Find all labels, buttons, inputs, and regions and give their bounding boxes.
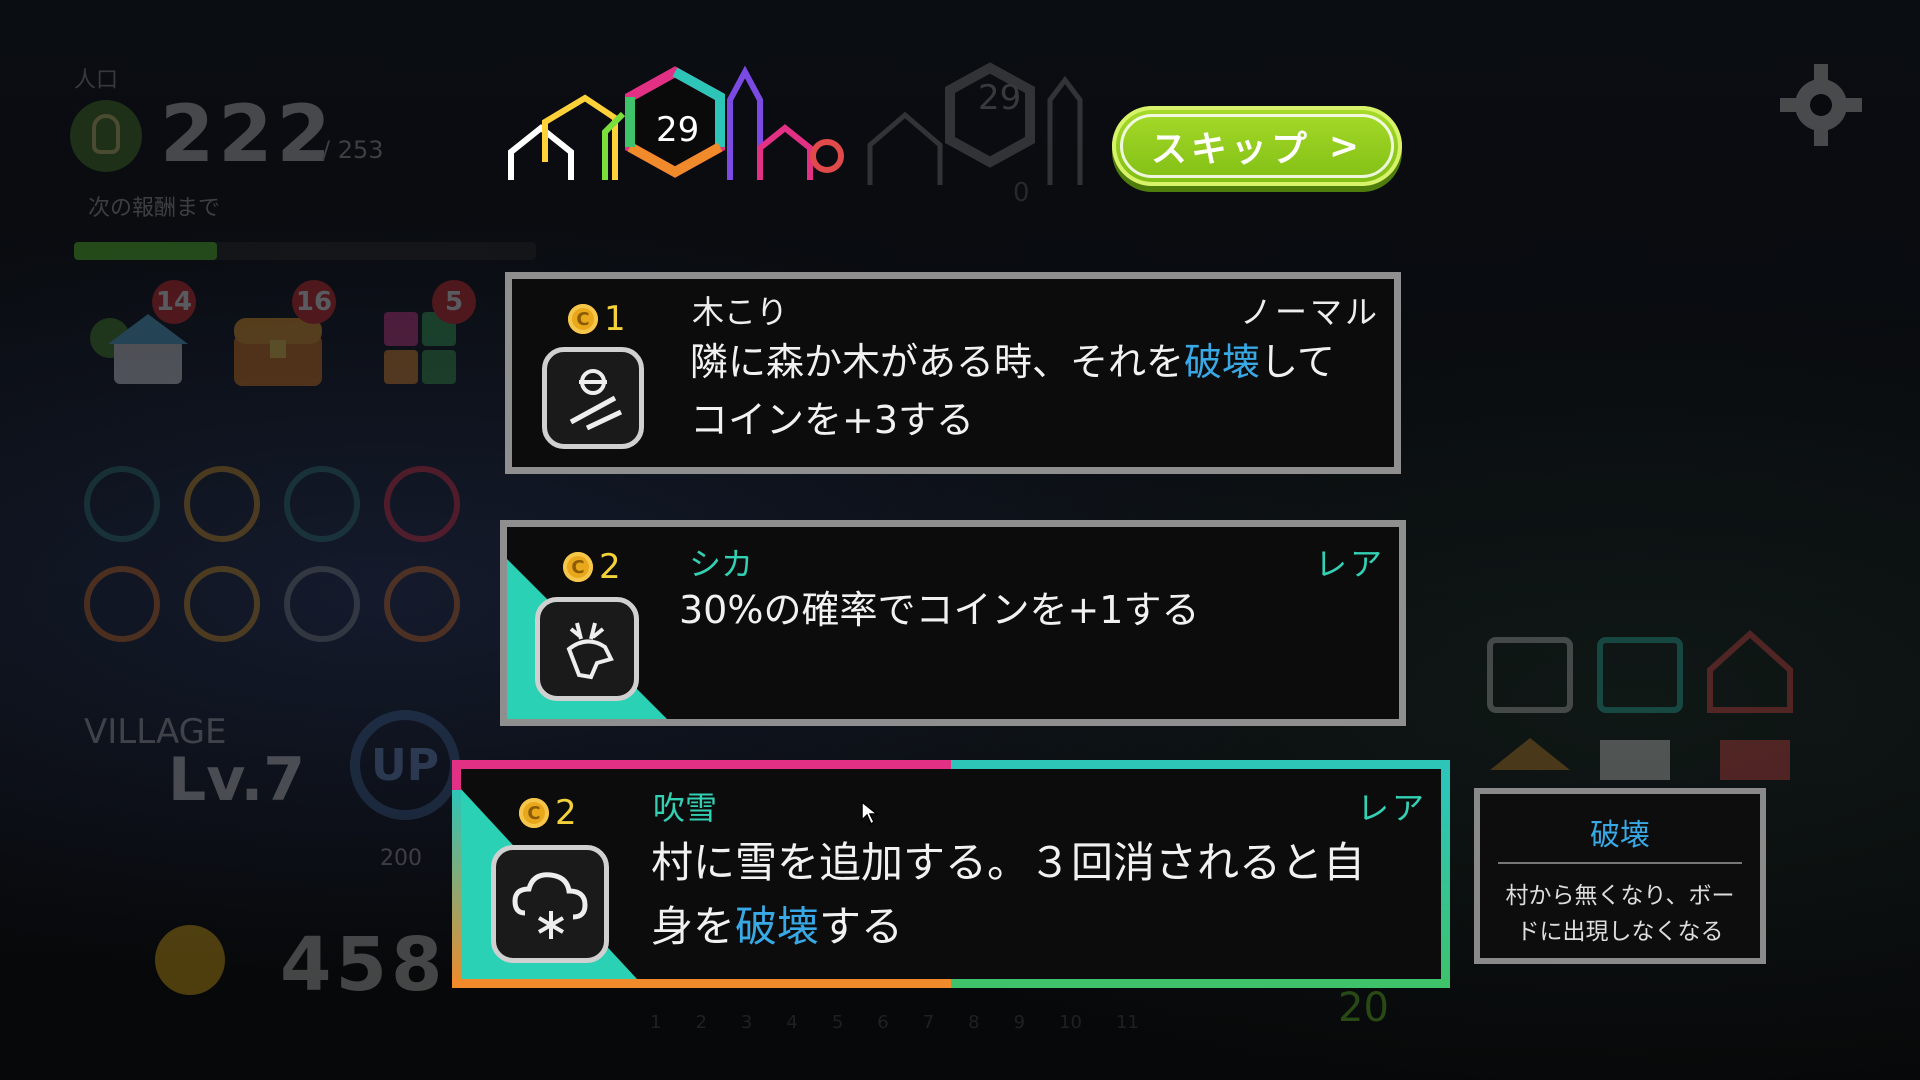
population-label: 人口 (74, 68, 119, 93)
lightning-skill-button-2[interactable] (184, 566, 260, 642)
card-name: 吹雪 (653, 789, 718, 827)
population-max: / 253 (322, 136, 384, 164)
skip-button[interactable]: スキップ > (1112, 106, 1402, 186)
deer-icon (535, 597, 639, 701)
coin-icon (155, 925, 225, 995)
desc-text: する (819, 902, 904, 951)
coin-total: 458 (280, 922, 447, 1008)
lightning-skill-button[interactable] (184, 466, 260, 542)
card-rarity: レア (1314, 545, 1385, 583)
settings-gear-icon[interactable] (1776, 60, 1866, 150)
timeline-tick: 1 (650, 1012, 662, 1033)
building-shop-icons (1487, 629, 1793, 780)
blocks-count-badge: 5 (432, 280, 476, 324)
desc-text: 村に雪を追加する。３回消されると自 (651, 838, 1366, 887)
card-cost: C 1 (568, 299, 626, 339)
chevron-right-icon: > (1328, 125, 1364, 167)
selected-border-left (452, 790, 461, 988)
timeline-tick: 2 (695, 1012, 707, 1033)
timeline-tick: 9 (1013, 1012, 1026, 1033)
timeline-tick: 8 (968, 1012, 980, 1033)
timeline-tick: 11 (1115, 1012, 1139, 1033)
card-lumberjack[interactable]: C 1 木こり ノーマル 隣に森か木がある時、それを破壊して コインを+3する (505, 272, 1401, 474)
level-number: 29 (656, 110, 700, 150)
card-description: 村に雪を追加する。３回消されると自 身を破壊する (651, 831, 1441, 959)
village-level: Lv.7 (168, 745, 305, 815)
card-description: 隣に森か木がある時、それを破壊して コインを+3する (690, 333, 1390, 449)
card-cost-value: 2 (555, 793, 577, 833)
timeline-tick: 7 (922, 1012, 935, 1033)
timeline-ticks: 1 2 3 4 5 6 7 8 9 10 11 (650, 1012, 1139, 1033)
timeline-tick: 3 (740, 1012, 753, 1033)
bomb-skill-button[interactable] (384, 466, 460, 542)
mouse-cursor-icon (861, 800, 880, 826)
chest-count-badge: 16 (292, 280, 336, 324)
timeline-tick: 10 (1059, 1012, 1082, 1033)
timeline-tick: 5 (831, 1012, 844, 1033)
selected-border-right (1441, 790, 1450, 988)
tooltip-body: 村から無くなり、ボー ドに出現しなくなる (1480, 878, 1760, 950)
keyword-tooltip: 破壊 村から無くなり、ボー ドに出現しなくなる (1474, 788, 1766, 964)
chest-resource[interactable]: 16 (228, 280, 336, 390)
desc-text: 身を (651, 902, 736, 951)
reward-progress-bar (74, 242, 536, 260)
next-level-number: 29 (978, 78, 1022, 118)
card-cost-value: 1 (604, 299, 626, 339)
population-avatar-icon (70, 100, 142, 172)
snow-cloud-icon (491, 845, 609, 963)
level-up-cost: 200 (380, 846, 422, 871)
card-rarity: ノーマル (1239, 293, 1380, 331)
skip-button-label: スキップ (1150, 129, 1311, 170)
card-description: 30%の確率でコインを+1する (679, 588, 1200, 632)
next-reward-label: 次の報酬まで (88, 196, 221, 221)
card-name: シカ (689, 545, 754, 583)
house-count-badge: 14 (152, 280, 196, 324)
side-coin-count: 20 (1338, 985, 1389, 1031)
level-up-button[interactable]: UP (350, 710, 460, 820)
timeline-tick: 6 (877, 1012, 889, 1033)
expand-skill-button[interactable] (84, 466, 160, 542)
card-name: 木こり (692, 293, 789, 331)
blocks-resource[interactable]: 5 (368, 280, 476, 390)
timeline-tick: 4 (786, 1012, 798, 1033)
card-blizzard[interactable]: C 2 吹雪 レア 村に雪を追加する。３回消されると自 身を破壊する (452, 760, 1450, 988)
tooltip-title: 破壊 (1590, 818, 1650, 853)
card-rarity: レア (1356, 789, 1427, 827)
coin-icon: C (519, 798, 549, 828)
refresh-skill-button[interactable] (284, 566, 360, 642)
desc-text: して (1260, 340, 1335, 384)
keyword-destroy[interactable]: 破壊 (1184, 340, 1260, 384)
house-resource[interactable]: 14 (88, 280, 196, 390)
reward-progress-fill (74, 242, 218, 260)
coin-icon: C (563, 552, 593, 582)
desc-text: 隣に森か木がある時、それを (690, 340, 1185, 384)
coin-icon: C (568, 304, 598, 334)
expand-skill-button-2[interactable] (284, 466, 360, 542)
tooltip-divider (1498, 862, 1742, 864)
card-cost: C 2 (519, 793, 577, 833)
selected-border-bottom (452, 979, 1450, 988)
tooltip-body-line: ドに出現しなくなる (1516, 919, 1724, 945)
target-skill-button-2[interactable] (384, 566, 460, 642)
card-cost: C 2 (563, 547, 621, 587)
population-value: 222 (160, 90, 335, 180)
tooltip-body-line: 村から無くなり、ボー (1505, 883, 1735, 909)
card-deer[interactable]: C 2 シカ レア 30%の確率でコインを+1する (500, 520, 1406, 726)
lumberjack-icon (542, 347, 644, 449)
keyword-destroy[interactable]: 破壊 (735, 902, 819, 951)
card-cost-value: 2 (599, 547, 621, 587)
desc-text: コインを+3する (690, 398, 975, 442)
crown-count: 0 (1013, 178, 1030, 208)
target-skill-button[interactable] (84, 566, 160, 642)
